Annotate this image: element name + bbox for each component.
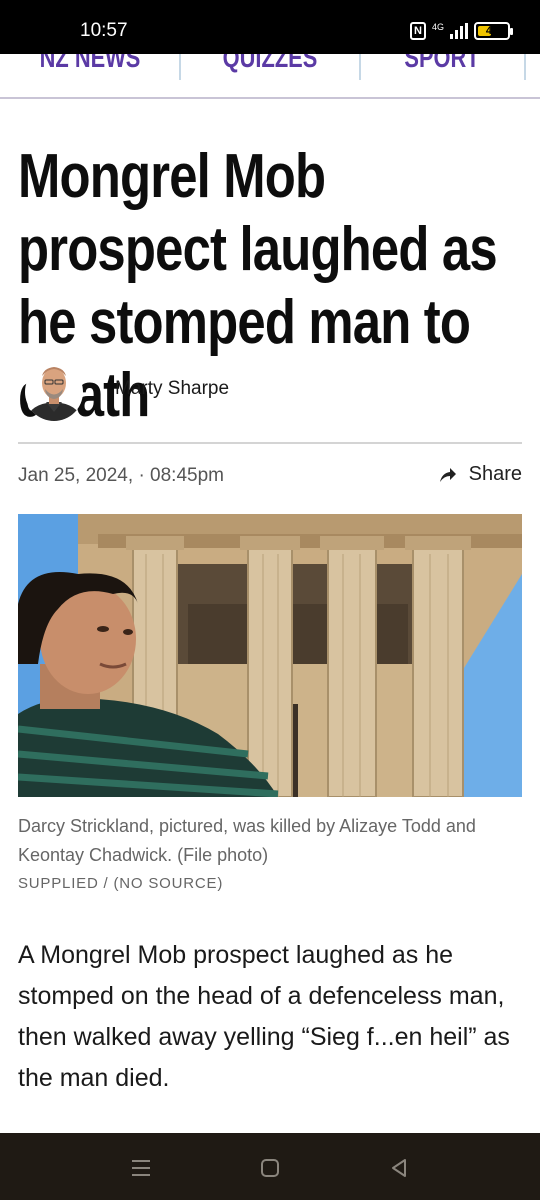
- nav-item-nz-news[interactable]: NZ NEWS: [20, 54, 160, 74]
- author-byline[interactable]: Marty Sharpe: [18, 356, 523, 426]
- share-label: Share: [468, 463, 522, 485]
- nfc-icon: N: [409, 22, 426, 40]
- status-icons: N 4G 42: [409, 22, 513, 40]
- article-photo[interactable]: [18, 514, 522, 797]
- system-nav-bar: [0, 1133, 540, 1200]
- share-button[interactable]: Share: [439, 463, 522, 486]
- nav-item-quizzes[interactable]: QUIZZES: [200, 54, 340, 74]
- status-time: 10:57: [80, 20, 128, 41]
- battery-level: 42: [485, 25, 499, 37]
- network-label: 4G: [431, 22, 444, 32]
- nav-divider: [179, 54, 181, 80]
- home-icon: [261, 1159, 279, 1177]
- battery-icon: 42: [474, 22, 513, 40]
- signal-icon: [450, 23, 468, 39]
- date-text: Jan 25, 2024,: [18, 465, 134, 486]
- date-separator: ·: [138, 465, 145, 486]
- menu-icon: [132, 1160, 150, 1176]
- photo-credit: SUPPLIED / (NO SOURCE): [18, 875, 224, 892]
- nav-item-sport[interactable]: SPORT: [372, 54, 512, 74]
- back-icon: [392, 1159, 406, 1177]
- time-text: 08:45pm: [150, 465, 224, 486]
- share-arrow-icon: [439, 467, 456, 482]
- article-lead-paragraph: A Mongrel Mob prospect laughed as he sto…: [18, 941, 510, 1092]
- status-bar: 10:57 N 4G 42: [0, 0, 540, 54]
- photo-caption: Darcy Strickland, pictured, was killed b…: [18, 816, 476, 865]
- author-avatar[interactable]: [24, 358, 84, 422]
- nav-divider: [359, 54, 361, 80]
- section-nav: NZ NEWS QUIZZES SPORT: [0, 54, 540, 99]
- menu-button[interactable]: [126, 1153, 156, 1183]
- publish-date: Jan 25, 2024, · 08:45pm: [18, 465, 224, 487]
- home-button[interactable]: [255, 1153, 285, 1183]
- author-name[interactable]: Marty Sharpe: [115, 378, 229, 400]
- back-button[interactable]: [384, 1153, 414, 1183]
- byline-divider: [18, 442, 522, 444]
- nav-divider: [524, 54, 526, 80]
